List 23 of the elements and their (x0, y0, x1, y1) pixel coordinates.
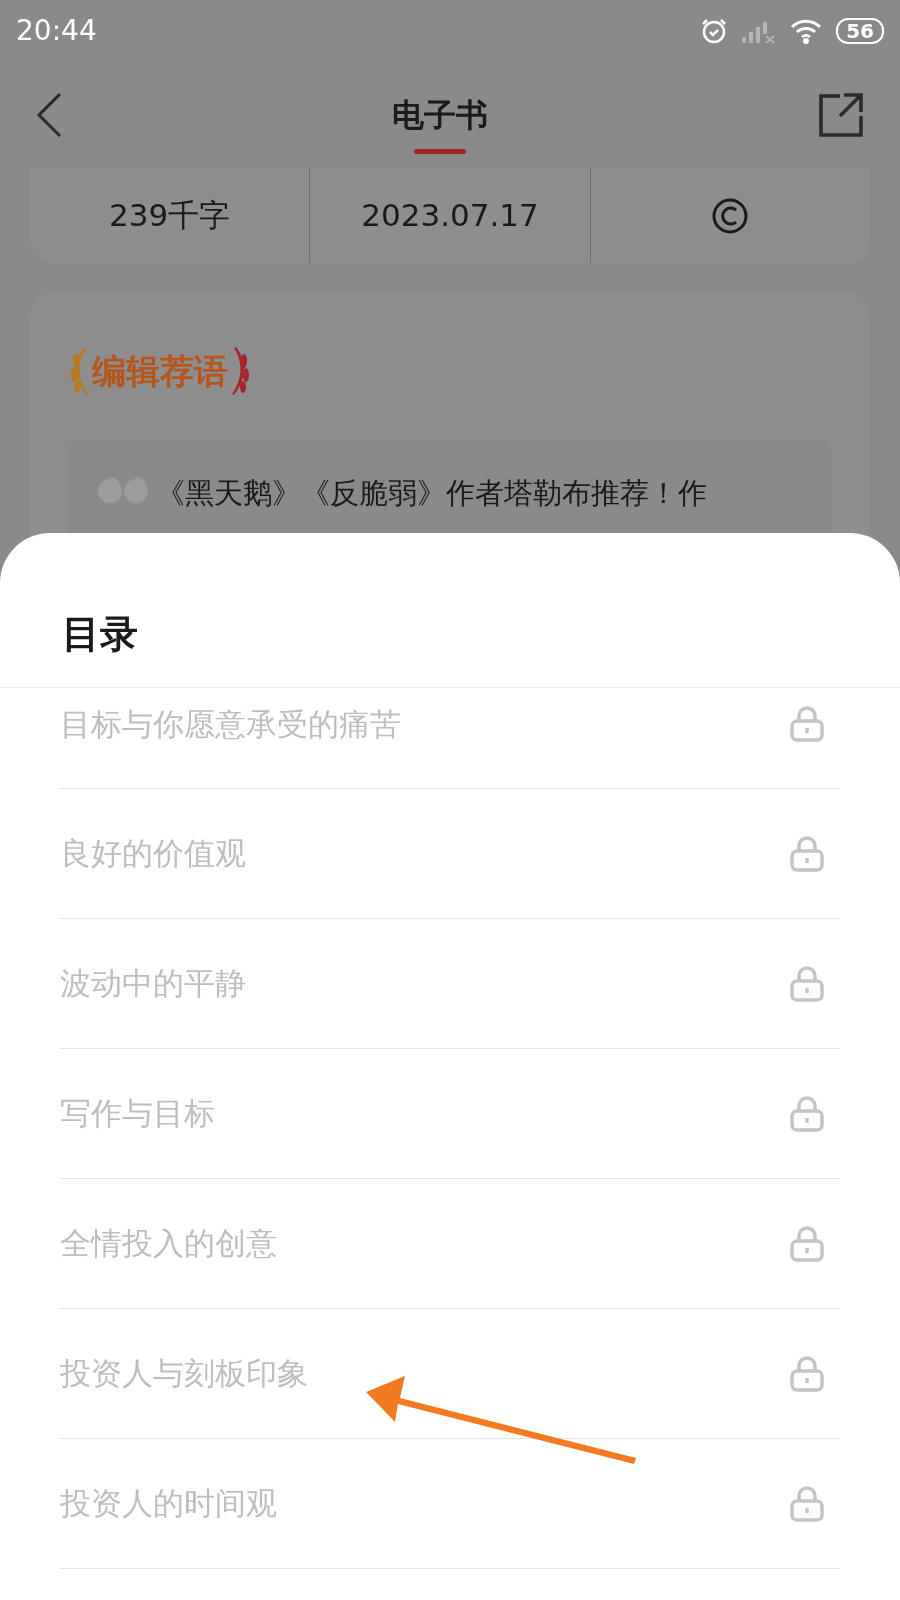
share-icon[interactable] (818, 92, 864, 138)
battery-level: 56 (836, 18, 884, 44)
sheet-title: 目录 (62, 611, 138, 658)
laurel-icon (68, 345, 90, 397)
back-icon[interactable] (36, 92, 62, 138)
copyright-icon (711, 196, 750, 235)
page-title[interactable]: 电子书 (392, 90, 488, 139)
chapter-title[interactable]: 目标与你愿意承受的痛苦 (60, 700, 401, 748)
chapter-title[interactable]: 投资人与刻板印象 (60, 1350, 308, 1397)
chapter-title[interactable]: 全情投入的创意 (60, 1220, 277, 1267)
chapter-title[interactable]: 良好的价值观 (60, 830, 246, 877)
chapter-title[interactable]: 写作与目标 (60, 1090, 215, 1137)
signal-icon (742, 19, 777, 43)
stat-value: 239千字 (109, 196, 231, 236)
editor-pick-title: 编辑荐语 (92, 349, 228, 393)
status-time: 20:44 (16, 13, 97, 49)
quote-text: 《黑天鹅》《反脆弱》作者塔勒布推荐！作 (156, 475, 707, 511)
wifi-icon (790, 18, 823, 44)
tab-underline (414, 148, 466, 154)
chapter-title[interactable]: 投资人的时间观 (60, 1480, 277, 1527)
stat-value: 2023.07.17 (361, 196, 539, 236)
laurel-icon (230, 345, 252, 397)
chapter-title[interactable]: 波动中的平静 (60, 960, 246, 1007)
